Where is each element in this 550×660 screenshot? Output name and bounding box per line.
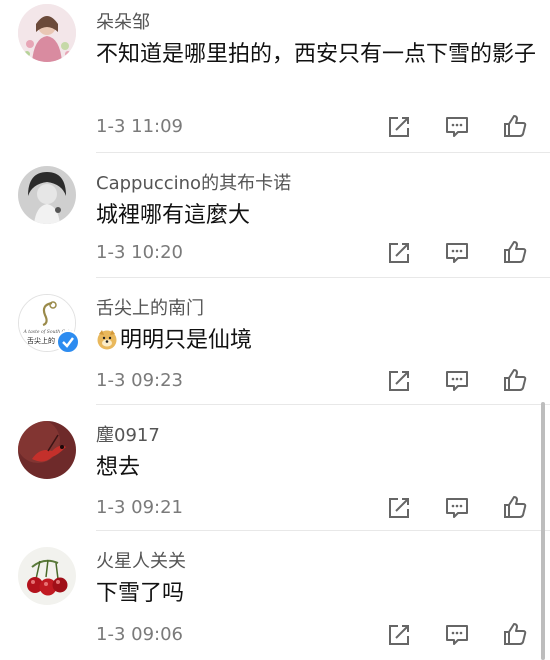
avatar[interactable] (18, 166, 76, 224)
comment-icon[interactable] (444, 368, 470, 394)
comment-item: 朵朵邹 不知道是哪里拍的，西安只有一点下雪的影子 1-3 11:09 (0, 0, 550, 153)
comment-icon[interactable] (444, 495, 470, 521)
share-icon[interactable] (386, 114, 412, 140)
comment-item: Cappuccino的其布卡诺 城裡哪有這麼大 1-3 10:20 (0, 153, 550, 278)
comment-item: A taste of South Gate 舌尖上的 舌尖上的南门 明明只是仙境… (0, 278, 550, 405)
username[interactable]: 麈0917 (96, 421, 160, 447)
timestamp: 1-3 10:20 (96, 242, 183, 263)
comment-text: 想去 (96, 455, 141, 480)
scrollbar[interactable] (541, 402, 545, 660)
doge-emoji (96, 327, 118, 350)
comment-icon[interactable] (444, 114, 470, 140)
timestamp: 1-3 11:09 (96, 116, 183, 137)
timestamp: 1-3 09:21 (96, 497, 183, 518)
logo-text: 舌尖上的 (27, 336, 55, 345)
share-icon[interactable] (386, 368, 412, 394)
comment-icon[interactable] (444, 240, 470, 266)
comment-text-body: 明明只是仙境 (120, 328, 253, 353)
share-icon[interactable] (386, 622, 412, 648)
verified-badge (56, 330, 80, 354)
share-icon[interactable] (386, 240, 412, 266)
username[interactable]: 舌尖上的南门 (96, 294, 204, 320)
comment-text: 下雪了吗 (96, 581, 185, 606)
thumbs-up-icon[interactable] (502, 621, 528, 647)
comment-item: 麈0917 想去 1-3 09:21 (0, 405, 550, 531)
comment-text: 城裡哪有這麼大 (96, 203, 251, 228)
share-icon[interactable] (386, 495, 412, 521)
timestamp: 1-3 09:23 (96, 370, 183, 391)
username[interactable]: Cappuccino的其布卡诺 (96, 169, 291, 195)
comment-text: 不知道是哪里拍的，西安只有一点下雪的影子 (96, 42, 537, 67)
comment-item: 火星人关关 下雪了吗 1-3 09:06 (0, 531, 550, 660)
username[interactable]: 朵朵邹 (96, 8, 150, 34)
avatar[interactable] (18, 547, 76, 605)
thumbs-up-icon[interactable] (502, 367, 528, 393)
avatar[interactable] (18, 4, 76, 62)
username[interactable]: 火星人关关 (96, 547, 186, 573)
thumbs-up-icon[interactable] (502, 113, 528, 139)
comment-text: 明明只是仙境 (96, 324, 536, 358)
avatar[interactable] (18, 421, 76, 479)
comment-icon[interactable] (444, 622, 470, 648)
thumbs-up-icon[interactable] (502, 239, 528, 265)
thumbs-up-icon[interactable] (502, 494, 528, 520)
timestamp: 1-3 09:06 (96, 624, 183, 645)
